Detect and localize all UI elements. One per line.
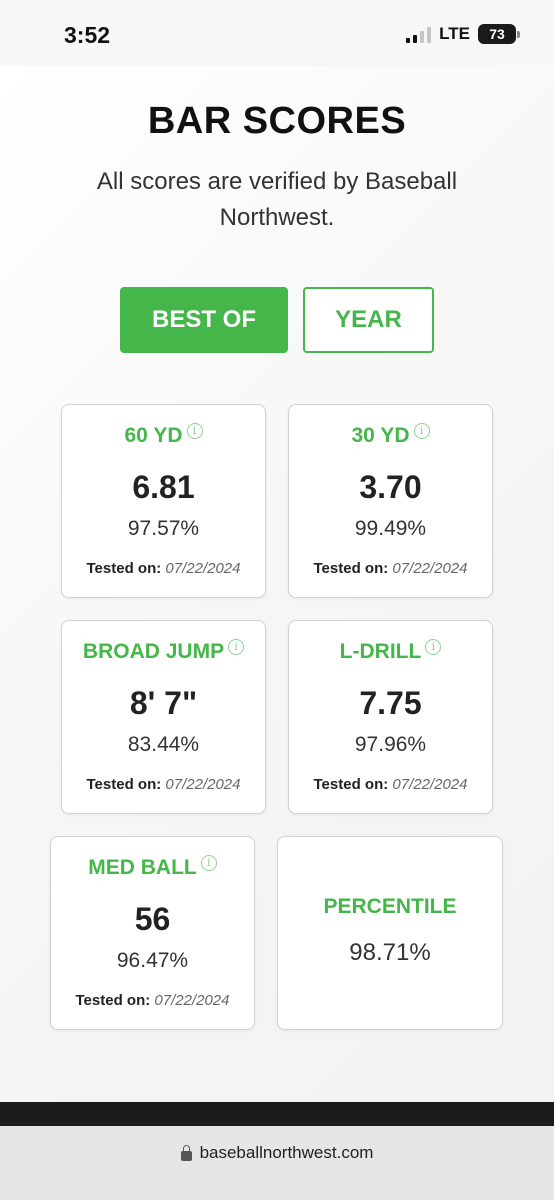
tested-label: Tested on: (313, 560, 389, 577)
card-title: 30 YD i (289, 423, 492, 448)
status-time: 3:52 (64, 22, 111, 48)
card-title-text: 30 YD (351, 424, 410, 447)
card-title: 60 YD i (62, 423, 265, 448)
status-bar: 3:52 LTE 73 (0, 0, 554, 66)
card-percentile: 99.49% (354, 517, 427, 540)
card-percentile: 97.96% (354, 733, 427, 756)
card-value: 56 (134, 901, 171, 937)
card-title-text: 60 YD (124, 424, 183, 447)
card-value: 7.75 (359, 685, 422, 721)
battery-icon: 73 (478, 24, 520, 44)
card-tested: Tested on: 07/22/2024 (62, 776, 265, 793)
tested-date: 07/22/2024 (392, 776, 468, 793)
score-card-med-ball: MED BALL i 56 96.47% Tested on: 07/22/202… (50, 836, 255, 1030)
card-value: 98.71% (349, 939, 431, 966)
page-footer (0, 1102, 554, 1126)
card-percentile: 83.44% (127, 733, 200, 756)
card-value: 6.81 (132, 469, 195, 505)
info-icon[interactable]: i (413, 423, 430, 439)
card-title: L-DRILL i (289, 639, 492, 664)
card-title: MED BALL i (51, 855, 254, 880)
score-card-broad-jump: BROAD JUMP i 8' 7" 83.44% Tested on: 07/2… (61, 620, 266, 814)
lock-icon (180, 1145, 192, 1161)
score-card-30yd: 30 YD i 3.70 99.49% Tested on: 07/22/2024 (288, 404, 493, 598)
card-percentile: 97.57% (127, 517, 200, 540)
tested-date: 07/22/2024 (392, 560, 468, 577)
card-title: BROAD JUMP i (62, 639, 265, 664)
year-button[interactable]: YEAR (303, 287, 434, 353)
card-tested: Tested on: 07/22/2024 (62, 560, 265, 577)
info-icon[interactable]: i (200, 855, 217, 871)
card-tested: Tested on: 07/22/2024 (289, 776, 492, 793)
signal-icon (406, 25, 432, 43)
score-card-l-drill: L-DRILL i 7.75 97.96% Tested on: 07/22/20… (288, 620, 493, 814)
tested-label: Tested on: (313, 776, 389, 793)
battery-level: 73 (489, 26, 505, 42)
card-percentile: 96.47% (116, 949, 189, 972)
score-card-60yd: 60 YD i 6.81 97.57% Tested on: 07/22/2024 (61, 404, 266, 598)
tested-date: 07/22/2024 (154, 992, 230, 1009)
status-indicators: LTE 73 (406, 24, 520, 44)
tested-date: 07/22/2024 (165, 776, 241, 793)
page-subtitle: All scores are verified by Baseball Nort… (96, 168, 458, 231)
percentile-card: PERCENTILE 98.71% (277, 836, 503, 1030)
card-value: 3.70 (359, 469, 422, 505)
info-icon[interactable]: i (228, 639, 245, 655)
url-text[interactable]: baseballnorthwest.com (200, 1143, 374, 1163)
tested-date: 07/22/2024 (165, 560, 241, 577)
tested-label: Tested on: (86, 776, 162, 793)
card-title-text: L-DRILL (339, 640, 422, 663)
card-tested: Tested on: 07/22/2024 (289, 560, 492, 577)
info-icon[interactable]: i (186, 423, 203, 439)
tested-label: Tested on: (75, 992, 151, 1009)
tested-label: Tested on: (86, 560, 162, 577)
info-icon[interactable]: i (425, 639, 442, 655)
browser-address-bar[interactable]: baseballnorthwest.com (0, 1126, 554, 1200)
card-title-text: BROAD JUMP (82, 640, 225, 663)
card-title: PERCENTILE (323, 895, 457, 918)
page-content: BAR SCORES All scores are verified by Ba… (0, 66, 554, 1102)
card-value: 8' 7" (129, 685, 198, 721)
network-label: LTE (439, 24, 470, 43)
card-title-text: MED BALL (88, 856, 197, 879)
best-of-button[interactable]: BEST OF (120, 287, 288, 353)
card-tested: Tested on: 07/22/2024 (51, 992, 254, 1009)
page-title: BAR SCORES (147, 100, 407, 142)
